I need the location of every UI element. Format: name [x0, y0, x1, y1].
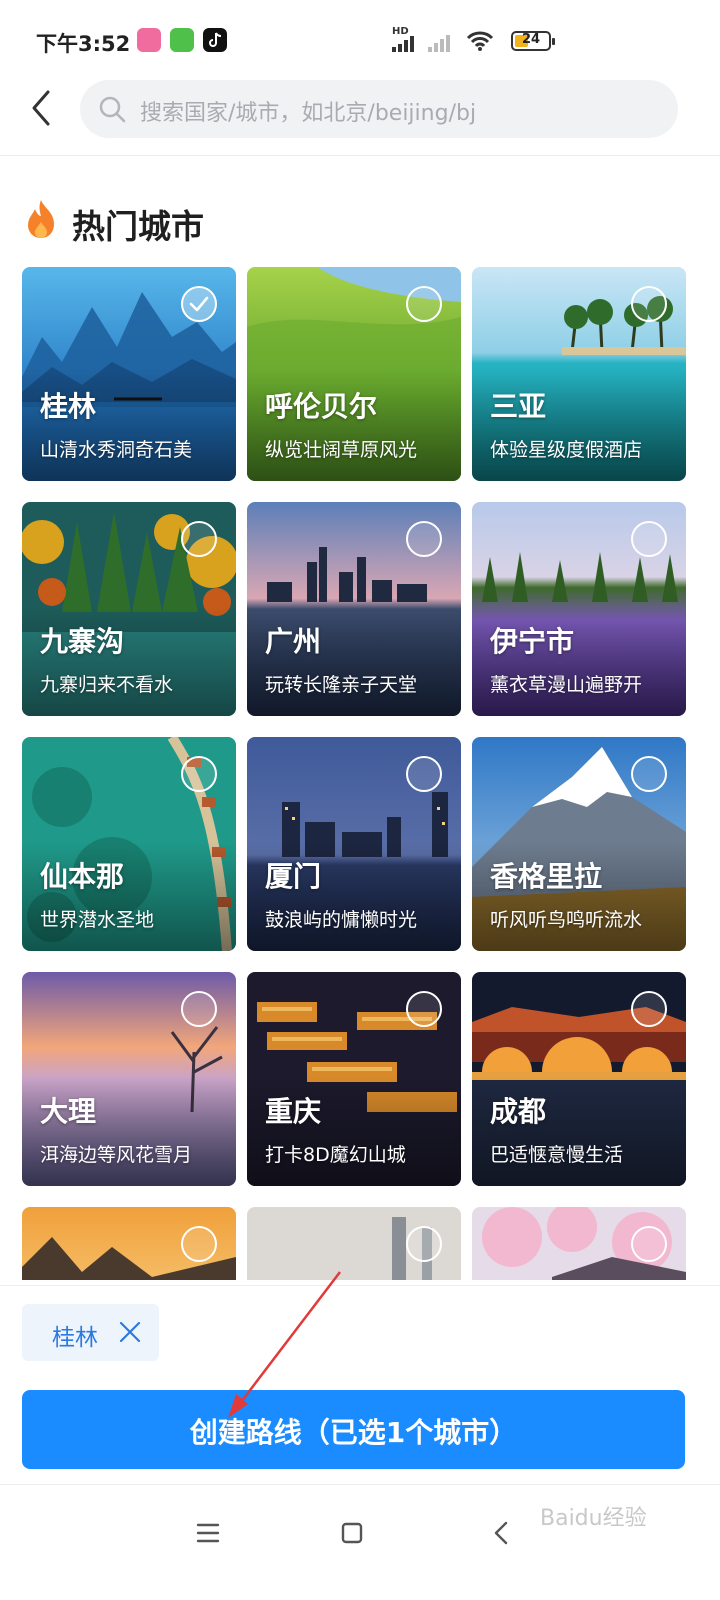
city-card-yining[interactable]: 伊宁市 薰衣草漫山遍野开 [472, 502, 686, 716]
city-name: 伊宁市 [490, 625, 575, 658]
select-checkbox[interactable] [181, 286, 217, 322]
city-name: 广州 [265, 625, 322, 658]
section-title: 热门城市 [72, 207, 204, 246]
city-name: 桂林 [40, 390, 97, 423]
city-card-row5-2[interactable] [247, 1207, 461, 1280]
city-name: 仙本那 [40, 860, 125, 893]
selected-city-chip[interactable]: 桂林 [22, 1304, 159, 1361]
city-name: 大理 [40, 1095, 97, 1128]
city-card-shangri-la[interactable]: 香格里拉 听风听鸟鸣听流水 [472, 737, 686, 951]
nav-back-icon[interactable] [482, 1513, 522, 1553]
city-desc: 玩转长隆亲子天堂 [265, 674, 418, 696]
city-desc: 纵览壮阔草原风光 [265, 439, 418, 461]
city-desc: 山清水秀洞奇石美 [40, 439, 193, 461]
city-card-row5-3[interactable] [472, 1207, 686, 1280]
selected-cities-bar: 桂林 [0, 1285, 720, 1375]
signal-weak-icon [428, 35, 450, 52]
city-name: 重庆 [265, 1095, 322, 1128]
select-checkbox[interactable] [406, 1226, 442, 1262]
city-card-row5-1[interactable] [22, 1207, 236, 1280]
checkmark-icon [189, 296, 209, 312]
menu-icon[interactable] [188, 1513, 228, 1553]
city-name: 香格里拉 [490, 860, 603, 893]
city-card-jiuzhaigou[interactable]: 九寨沟 九寨归来不看水 [22, 502, 236, 716]
signal-icon [392, 36, 414, 52]
city-name: 呼伦贝尔 [265, 390, 378, 423]
city-desc: 洱海边等风花雪月 [40, 1144, 193, 1166]
wifi-icon [466, 31, 494, 51]
city-card-hulunbuir[interactable]: 呼伦贝尔 纵览壮阔草原风光 [247, 267, 461, 481]
city-desc: 薰衣草漫山遍野开 [490, 674, 643, 696]
city-name: 九寨沟 [40, 625, 125, 658]
back-button[interactable] [22, 86, 62, 130]
select-checkbox[interactable] [181, 1226, 217, 1262]
city-card-chengdu[interactable]: 成都 巴适惬意慢生活 [472, 972, 686, 1186]
select-checkbox[interactable] [406, 991, 442, 1027]
search-input[interactable]: 搜索国家/城市，如北京/beijing/bj [80, 80, 678, 138]
city-desc: 听风听鸟鸣听流水 [490, 909, 643, 931]
city-card-guangzhou[interactable]: 广州 玩转长隆亲子天堂 [247, 502, 461, 716]
city-card-sanya[interactable]: 三亚 体验星级度假酒店 [472, 267, 686, 481]
select-checkbox[interactable] [406, 756, 442, 792]
city-card-chongqing[interactable]: 重庆 打卡8D魔幻山城 [247, 972, 461, 1186]
city-card-guilin[interactable]: 桂林 山清水秀洞奇石美 [22, 267, 236, 481]
select-checkbox[interactable] [181, 756, 217, 792]
city-card-xiamen[interactable]: 厦门 鼓浪屿的慵懒时光 [247, 737, 461, 951]
battery-level: 24 [521, 32, 541, 47]
city-card-dali[interactable]: 大理 洱海边等风花雪月 [22, 972, 236, 1186]
flame-icon [28, 200, 54, 238]
city-name: 三亚 [490, 390, 547, 423]
chip-label: 桂林 [52, 1325, 98, 1351]
city-desc: 九寨归来不看水 [40, 674, 174, 696]
header-divider [0, 155, 720, 156]
city-desc: 巴适惬意慢生活 [490, 1144, 624, 1166]
select-checkbox[interactable] [631, 286, 667, 322]
bilibili-app-icon [137, 28, 161, 52]
tiktok-app-icon [203, 28, 227, 52]
city-name: 成都 [490, 1095, 547, 1128]
select-checkbox[interactable] [631, 1226, 667, 1262]
status-time: 下午3:52 [36, 32, 131, 56]
home-square-icon[interactable] [332, 1513, 372, 1553]
city-desc: 打卡8D魔幻山城 [265, 1144, 406, 1166]
close-icon[interactable] [118, 1320, 142, 1344]
status-bar: 下午3:52 HD 24 [0, 0, 720, 82]
city-desc: 世界潜水圣地 [40, 909, 155, 931]
select-checkbox[interactable] [181, 991, 217, 1027]
city-grid: 桂林 山清水秀洞奇石美 呼伦贝尔 纵览壮阔草原风光 三亚 体验星级度假酒店 九寨… [22, 267, 686, 1280]
city-name: 厦门 [265, 860, 322, 893]
back-arrow-icon [32, 90, 50, 126]
search-icon [99, 96, 126, 123]
watermark: Baidu经验 [540, 1506, 647, 1531]
city-desc: 鼓浪屿的慵懒时光 [265, 909, 418, 931]
search-placeholder: 搜索国家/城市，如北京/beijing/bj [140, 101, 477, 126]
select-checkbox[interactable] [406, 286, 442, 322]
city-desc: 体验星级度假酒店 [490, 439, 643, 461]
city-card-semporna[interactable]: 仙本那 世界潜水圣地 [22, 737, 236, 951]
select-checkbox[interactable] [631, 521, 667, 557]
select-checkbox[interactable] [631, 756, 667, 792]
select-checkbox[interactable] [631, 991, 667, 1027]
create-route-label: 创建路线（已选1个城市） [189, 1416, 518, 1449]
wechat-green-app-icon [170, 28, 194, 52]
create-route-button[interactable]: 创建路线（已选1个城市） [22, 1390, 685, 1469]
battery-indicator: 24 [511, 31, 555, 51]
select-checkbox[interactable] [406, 521, 442, 557]
select-checkbox[interactable] [181, 521, 217, 557]
